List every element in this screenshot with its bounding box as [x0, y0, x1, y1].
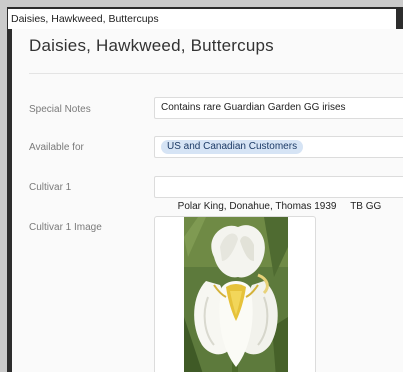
cultivar-1-value: Polar King, Donahue, Thomas 1939 TB GG	[177, 201, 382, 212]
window-title-bar: Daisies, Hawkweed, Buttercups	[8, 9, 396, 29]
cultivar-1-image-card[interactable]	[154, 216, 316, 372]
record-detail-pane: Daisies, Hawkweed, Buttercups Special No…	[12, 29, 403, 372]
special-notes-label: Special Notes	[29, 104, 91, 115]
page-title: Daisies, Hawkweed, Buttercups	[29, 36, 274, 55]
availability-tag[interactable]: US and Canadian Customers	[161, 140, 304, 154]
cultivar-1-image-label: Cultivar 1 Image	[29, 222, 102, 233]
special-notes-field[interactable]: Contains rare Guardian Garden GG irises	[154, 97, 403, 119]
screen-frame: Daisies, Hawkweed, Buttercups Daisies, H…	[0, 0, 403, 372]
available-for-field[interactable]: US and Canadian Customers	[154, 136, 403, 158]
cultivar-1-label: Cultivar 1	[29, 182, 72, 193]
cultivar-1-field[interactable]: Polar King, Donahue, Thomas 1939 TB GG	[154, 176, 403, 212]
iris-photo[interactable]	[184, 217, 288, 372]
heading-divider	[29, 73, 403, 74]
special-notes-value: Contains rare Guardian Garden GG irises	[161, 102, 346, 113]
window-title: Daisies, Hawkweed, Buttercups	[11, 13, 159, 25]
available-for-label: Available for	[29, 142, 84, 153]
